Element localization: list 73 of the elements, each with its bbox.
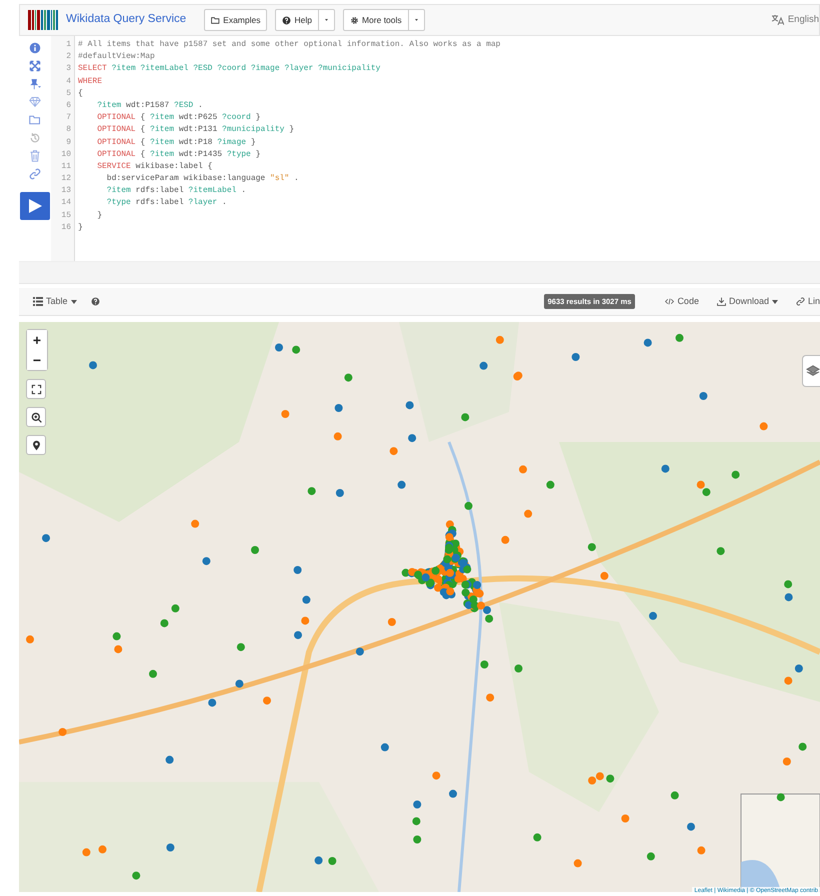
- line-number: 11: [60, 160, 71, 173]
- line-number: 10: [60, 148, 71, 161]
- line-number: 8: [65, 124, 71, 136]
- line-number: 12: [60, 173, 71, 186]
- code-line: {: [78, 88, 84, 100]
- download-link[interactable]: Download: [716, 294, 778, 308]
- line-number: 9: [65, 136, 71, 148]
- zoom-search-button[interactable]: [26, 407, 46, 427]
- line-number: 14: [60, 197, 71, 210]
- table-icon: [33, 297, 43, 306]
- caret-icon: [324, 18, 328, 22]
- zoom-icon: [30, 412, 42, 422]
- code-line: # All items that have p1587 set and some other optional information. Also works as a map: [78, 39, 502, 51]
- help-icon: [282, 16, 292, 24]
- marker-icon: [30, 440, 42, 450]
- trash-icon[interactable]: [29, 150, 41, 162]
- gear-icon: [350, 16, 359, 24]
- pin-icon[interactable]: [29, 78, 41, 90]
- line-number: 2: [65, 51, 71, 64]
- play-icon: [28, 199, 42, 213]
- line-number: 4: [65, 76, 71, 88]
- menu-button[interactable]: More tools: [342, 9, 409, 31]
- help-icon[interactable]: [90, 297, 100, 306]
- line-number: 7: [65, 112, 71, 124]
- code-link[interactable]: Code: [665, 294, 699, 308]
- line-number: 15: [60, 210, 71, 222]
- code-line: bd:serviceParam wikibase:language "sl" .: [106, 173, 300, 186]
- dropdown-toggle[interactable]: [318, 9, 335, 31]
- fullscreen-icon: [30, 384, 42, 394]
- logo-icon: [28, 10, 58, 30]
- code-line: OPTIONAL { ?item wdt:P1435 ?type }: [96, 148, 262, 161]
- dropdown-toggle[interactable]: [408, 9, 425, 31]
- line-number: 3: [65, 63, 71, 76]
- layers-icon: [806, 364, 820, 378]
- download-icon: [716, 297, 726, 306]
- fullscreen-button[interactable]: [26, 379, 46, 399]
- code-line: #defaultView:Map: [78, 51, 156, 64]
- line-number: 1: [65, 39, 71, 51]
- menu-button[interactable]: Examples: [204, 9, 268, 31]
- code-line: ?type rdfs:label ?layer .: [106, 197, 228, 210]
- code-line: ?item wdt:P1587 ?ESD .: [96, 100, 204, 112]
- code-line: OPTIONAL { ?item wdt:P18 ?image }: [96, 136, 257, 148]
- caret-icon: [414, 18, 418, 22]
- link-icon[interactable]: [29, 168, 41, 180]
- code-line: ?item rdfs:label ?itemLabel .: [106, 185, 248, 198]
- folder-icon[interactable]: [29, 114, 41, 126]
- line-number: 5: [65, 88, 71, 100]
- app-title[interactable]: Wikidata Query Service: [66, 11, 186, 29]
- language-selector[interactable]: English: [772, 12, 819, 28]
- code-line: OPTIONAL { ?item wdt:P131 ?municipality }: [96, 124, 296, 136]
- code-line: }: [96, 210, 104, 222]
- code-icon: [665, 297, 674, 306]
- line-number: 6: [65, 100, 71, 112]
- run-button[interactable]: [20, 192, 50, 220]
- menu-button[interactable]: Help: [275, 9, 319, 31]
- code-line: WHERE: [78, 76, 104, 88]
- code-line: }: [78, 222, 84, 234]
- expand-icon[interactable]: [29, 60, 41, 72]
- translate-icon: [772, 15, 784, 25]
- line-number: 13: [60, 185, 71, 198]
- link-icon: [796, 297, 805, 306]
- locate-button[interactable]: [26, 435, 46, 455]
- caret-icon: [70, 300, 77, 304]
- diamond-icon[interactable]: [29, 96, 41, 108]
- folder-icon: [211, 16, 220, 24]
- layers-button[interactable]: [802, 355, 820, 387]
- info-icon[interactable]: [29, 42, 41, 54]
- code-line: OPTIONAL { ?item wdt:P625 ?coord }: [96, 112, 262, 124]
- view-selector[interactable]: Table: [27, 294, 83, 310]
- link-link[interactable]: Lin: [796, 294, 820, 308]
- code-line: SELECT ?item ?itemLabel ?ESD ?coord ?image ?layer ?municipality: [78, 63, 382, 76]
- code-line: SERVICE wikibase:label {: [96, 160, 214, 173]
- line-number: 16: [60, 222, 71, 234]
